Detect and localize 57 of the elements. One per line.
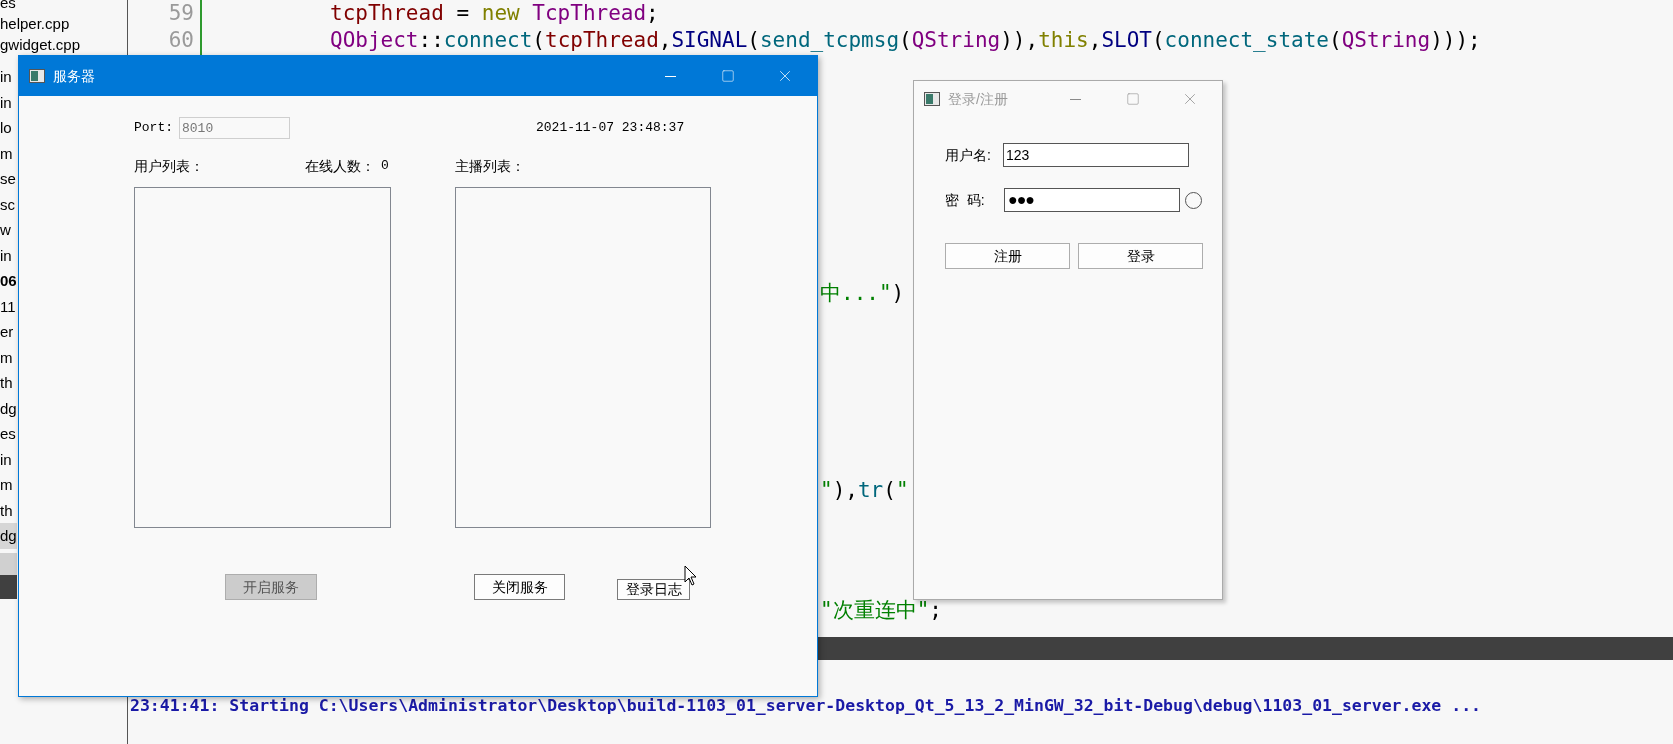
code-fragment: "次重连中";: [820, 597, 942, 624]
code-fragment: "),tr(": [820, 477, 909, 504]
file-tree-item[interactable]: m: [0, 344, 13, 370]
code-line: QObject::connect(tcpThread,SIGNAL(send_tcpmsg(QString)),this,SLOT(connect_state(QString)));: [330, 27, 1481, 54]
maximize-icon: [1125, 92, 1140, 106]
file-tree-item[interactable]: es: [0, 421, 16, 447]
file-tree-item[interactable]: dg: [0, 395, 17, 421]
file-tree-item[interactable]: m: [0, 472, 13, 498]
minimize-icon: [665, 75, 676, 77]
file-tree-item[interactable]: gwidget.cpp: [0, 34, 81, 55]
file-tree-item[interactable]: in: [0, 446, 12, 472]
maximize-icon: [720, 69, 735, 83]
scrollbar: [0, 552, 17, 575]
file-tree-item[interactable]: 11: [0, 293, 16, 319]
file-tree-item[interactable]: helper.cpp: [0, 13, 70, 34]
output-text: 23:41:41: Starting C:\Users\Administrator\Desktop\build-1103_01_server-Desktop_Qt_5_13_2_MinGW_32_bit-Debug\debug\1103_01_server.exe ...: [130, 695, 1482, 717]
push-button[interactable]: 登录日志: [617, 578, 690, 600]
code-fragment: 中..."): [820, 280, 905, 307]
host-list[interactable]: [455, 187, 711, 528]
file-tree-item[interactable]: in: [0, 64, 12, 90]
user-list-label: 用户列表：: [134, 156, 205, 176]
file-tree-item[interactable]: th: [0, 497, 13, 523]
file-tree-item[interactable]: sc: [0, 191, 15, 217]
push-button[interactable]: 注册: [945, 243, 1070, 269]
pane-header: [0, 574, 17, 599]
window-title: 服务器: [53, 66, 95, 86]
password-field[interactable]: ●●●: [1004, 188, 1180, 212]
file-tree-item[interactable]: dg: [0, 523, 17, 549]
push-button[interactable]: 登录: [1078, 243, 1203, 269]
date-time: 2021-11-07 23:48:37: [536, 119, 685, 138]
file-tree-item[interactable]: th: [0, 370, 13, 396]
file-tree-item[interactable]: se: [0, 166, 16, 192]
username-field[interactable]: 123: [1003, 143, 1189, 167]
line-number: 59: [168, 0, 194, 27]
username-label: 用户名:: [945, 145, 992, 165]
window-title: 登录/注册: [948, 89, 1008, 109]
file-tree-item[interactable]: in: [0, 89, 12, 115]
user-list[interactable]: [134, 187, 391, 528]
code-line: tcpThread = new TcpThread;: [330, 0, 660, 27]
file-tree-item[interactable]: er: [0, 319, 14, 345]
host-list-label: 主播列表：: [455, 156, 525, 176]
file-tree-item[interactable]: in: [0, 242, 12, 268]
window-icon: [924, 92, 940, 106]
push-button[interactable]: 关闭服务: [474, 574, 565, 600]
cursor-icon: [684, 565, 697, 587]
line-number: 60: [168, 27, 194, 54]
online-label: 在线人数：: [305, 156, 375, 176]
minimize-icon: [1070, 98, 1081, 100]
file-tree-item[interactable]: es: [0, 0, 16, 13]
file-tree-item[interactable]: 06: [0, 268, 17, 294]
online-count: 0: [381, 157, 389, 176]
port-label: Port:: [134, 119, 173, 138]
file-tree-item[interactable]: m: [0, 140, 13, 166]
window-icon: [29, 69, 45, 83]
password-label: 密 码:: [945, 190, 986, 210]
file-tree-item[interactable]: lo: [0, 115, 12, 141]
file-tree-item[interactable]: w: [0, 217, 11, 243]
